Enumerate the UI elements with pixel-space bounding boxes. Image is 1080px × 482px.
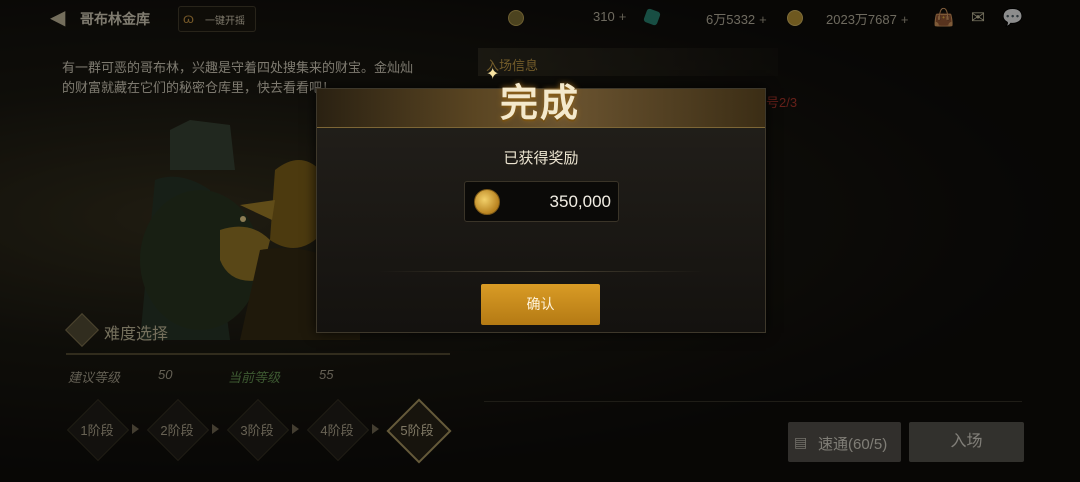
- dialog-divider: [377, 271, 705, 272]
- gold-coin-icon: [474, 189, 500, 215]
- reward-subtitle: 已获得奖励: [503, 150, 579, 167]
- reward-item: 350,000: [464, 181, 619, 222]
- dialog-title: 完成: [500, 81, 581, 125]
- confirm-button[interactable]: 确认: [481, 284, 600, 325]
- sparkle-icon: ✦: [486, 66, 500, 83]
- reward-amount: 350,000: [549, 192, 611, 211]
